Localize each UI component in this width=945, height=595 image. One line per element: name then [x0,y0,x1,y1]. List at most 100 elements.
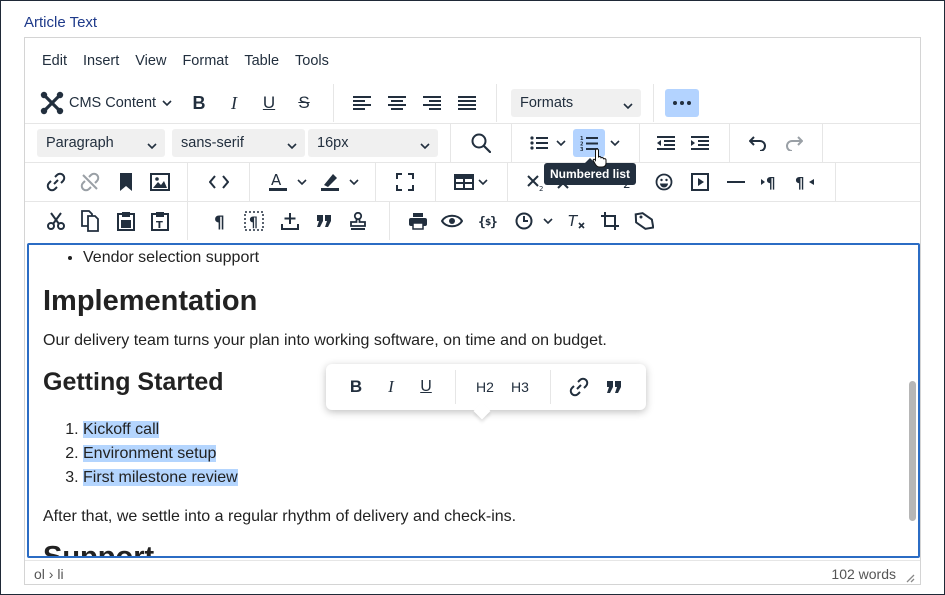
template-button[interactable]: {$} [473,207,503,235]
list-item-text: Environment setup [83,445,217,462]
search-button[interactable] [465,129,497,157]
tag-icon [634,211,654,231]
left-to-right-icon: ¶ [760,174,780,190]
fullscreen-button[interactable] [389,168,421,196]
text-color-button[interactable]: A [263,168,293,196]
datetime-options-button[interactable] [539,207,557,235]
paste-text-button[interactable]: T [145,207,175,235]
menu-insert[interactable]: Insert [75,46,127,76]
crop-button[interactable] [595,207,625,235]
divider [435,163,436,201]
insert-link-button[interactable] [41,168,71,196]
more-toolbar-button[interactable] [665,89,699,117]
outdent-button[interactable] [651,129,681,157]
crop-icon [600,211,620,231]
quick-blockquote-button[interactable] [599,373,629,401]
heading-implementation[interactable]: Implementation [43,285,257,318]
element-path[interactable]: ol › li [34,566,64,582]
strikethrough-button[interactable]: S [290,89,318,117]
divider [450,124,451,162]
resize-handle-icon[interactable] [905,570,915,586]
list-item[interactable]: Kickoff call [83,418,238,442]
blockquote-button[interactable] [309,207,339,235]
preview-button[interactable] [437,207,467,235]
numbered-list-options-button[interactable] [606,129,624,157]
list-item[interactable]: Vendor selection support [83,249,259,267]
align-center-button[interactable] [382,89,412,117]
paste-button[interactable] [111,207,141,235]
indent-button[interactable] [685,129,715,157]
quick-h3-button[interactable]: H3 [504,373,536,401]
numbered-list: Kickoff call Environment setup First mil… [65,418,238,490]
menu-view[interactable]: View [127,46,174,76]
undo-button[interactable] [743,129,773,157]
insert-media-button[interactable] [685,168,715,196]
bullet-list-icon [530,136,548,150]
insert-element-button[interactable] [275,207,305,235]
table-button[interactable] [449,168,493,196]
numbered-list-tooltip: Numbered list [544,158,636,185]
quick-underline-button[interactable]: U [412,373,440,401]
menu-table[interactable]: Table [236,46,287,76]
list-item[interactable]: Environment setup [83,442,238,466]
bold-button[interactable]: B [185,89,213,117]
highlight-color-button[interactable] [315,168,345,196]
copy-icon [80,210,100,232]
copy-button[interactable] [75,207,105,235]
insert-datetime-button[interactable] [509,207,539,235]
redo-button[interactable] [779,129,809,157]
block-format-select[interactable]: Paragraph [37,129,165,157]
quick-h2-button[interactable]: H2 [469,373,501,401]
justify-button[interactable] [452,89,482,117]
paragraph-implementation[interactable]: Our delivery team turns your plan into w… [43,332,607,350]
toolbar-row-4: T ¶ ¶ {$} T [25,201,920,240]
scrollbar-thumb[interactable] [909,381,916,521]
anchor-button[interactable] [629,207,659,235]
print-button[interactable] [403,207,433,235]
visual-chars-button[interactable]: ¶ [239,207,269,235]
cms-content-button[interactable]: CMS Content [39,89,175,117]
unlink-button[interactable] [75,168,105,196]
heading-getting-started[interactable]: Getting Started [43,368,224,397]
underline-button[interactable]: U [255,89,283,117]
quick-link-button[interactable] [564,373,594,401]
emoji-button[interactable] [649,168,679,196]
formats-select[interactable]: Formats [511,89,641,117]
align-left-button[interactable] [347,89,377,117]
show-blocks-button[interactable]: ¶ [205,207,235,235]
rtl-button[interactable]: ¶ [789,168,821,196]
emoji-icon [655,173,673,191]
cms-content-label: CMS Content [69,95,157,111]
paragraph-icon: ¶ [213,212,227,230]
font-size-select[interactable]: 16px [308,129,438,157]
paragraph-after[interactable]: After that, we settle into a regular rhy… [43,508,516,526]
align-right-button[interactable] [417,89,447,117]
bookmark-button[interactable] [111,168,141,196]
menu-tools[interactable]: Tools [287,46,337,76]
horizontal-line-button[interactable] [721,168,751,196]
unlink-icon [80,172,100,192]
word-count[interactable]: 102 words [831,566,896,582]
quick-bold-button[interactable]: B [342,373,370,401]
text-color-options-button[interactable] [293,168,311,196]
italic-button[interactable]: I [220,89,248,117]
divider [550,370,551,404]
menu-format[interactable]: Format [174,46,236,76]
cut-button[interactable] [41,207,71,235]
quick-italic-button[interactable]: I [377,373,405,401]
bold-icon: B [349,377,363,396]
stamp-button[interactable] [343,207,373,235]
heading-support[interactable]: Support [43,541,154,556]
bold-icon: B [192,92,206,113]
source-code-button[interactable] [203,168,235,196]
clear-formatting-button[interactable]: T [561,207,591,235]
insert-image-button[interactable] [145,168,175,196]
ltr-button[interactable]: ¶ [755,168,785,196]
clipboard-icon [117,211,135,231]
menu-edit[interactable]: Edit [34,46,75,76]
list-item-text: First milestone review [83,469,238,486]
bullet-list-button[interactable] [525,129,571,157]
list-item[interactable]: First milestone review [83,466,238,490]
highlight-color-options-button[interactable] [345,168,363,196]
font-family-select[interactable]: sans-serif [172,129,305,157]
